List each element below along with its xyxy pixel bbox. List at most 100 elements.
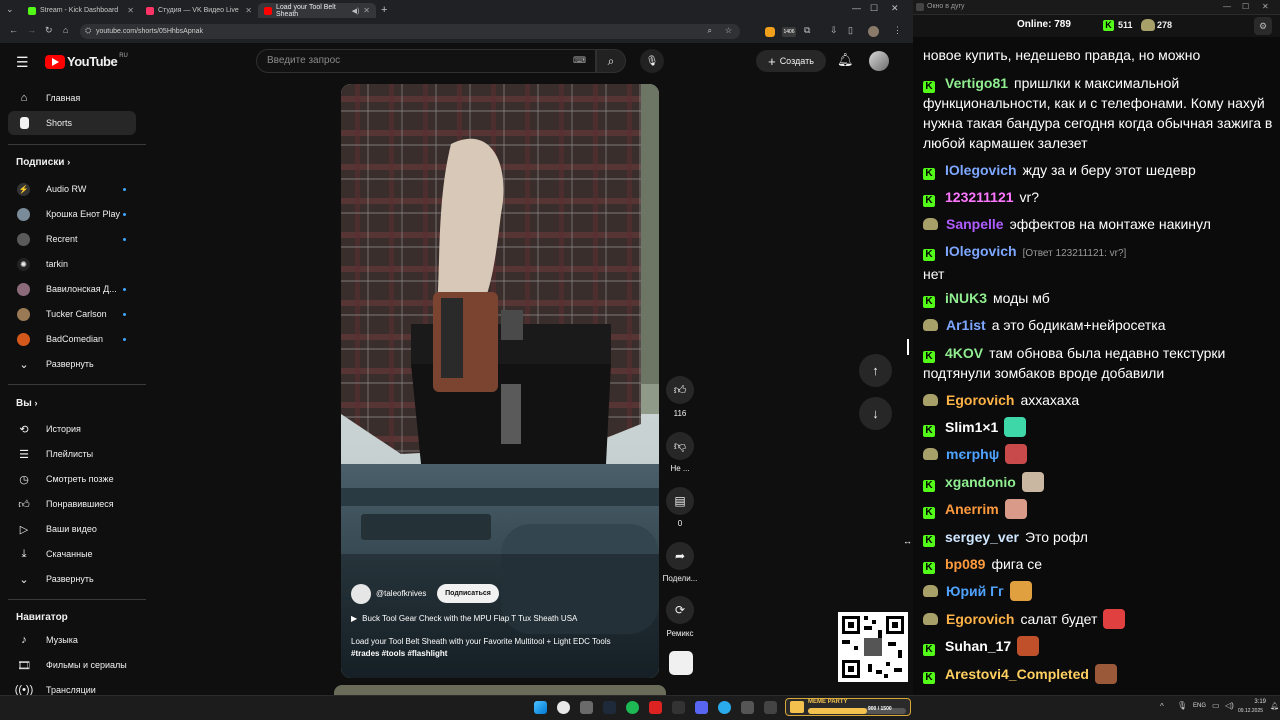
- chat-username[interactable]: IOlegovich: [945, 162, 1017, 178]
- chat-username[interactable]: Vertigo81: [945, 75, 1008, 91]
- extension-badge-icon[interactable]: 1406: [782, 27, 796, 37]
- app-icon[interactable]: [741, 701, 754, 714]
- close-icon[interactable]: ✕: [245, 6, 252, 15]
- shorts-video-player[interactable]: @taleofknives Подписаться ▶ Buck Tool Ge…: [341, 84, 659, 678]
- chat-username[interactable]: Юрий Гг: [946, 583, 1004, 599]
- search-input[interactable]: Введите запрос ⌨: [256, 49, 596, 73]
- sidebar-item-history[interactable]: ⟲ История: [8, 417, 136, 441]
- sidebar-item-subscription[interactable]: ⚡ Audio RW: [8, 177, 136, 201]
- maximize-icon[interactable]: ☐: [870, 3, 878, 14]
- network-icon[interactable]: ▭: [1212, 701, 1220, 710]
- notification-bell-icon[interactable]: 🔔︎: [1270, 702, 1279, 710]
- comments-button[interactable]: ▤: [666, 487, 694, 515]
- profile-avatar[interactable]: [868, 26, 879, 37]
- subscribe-button[interactable]: Подписаться: [437, 584, 499, 603]
- sidebar-item-films[interactable]: 🎞︎ Фильмы и сериалы: [8, 653, 136, 677]
- chat-username[interactable]: mєrphψ: [946, 446, 999, 462]
- sidebar-item-watch-later[interactable]: ◷ Смотреть позже: [8, 467, 136, 491]
- sidebar-item-subscription[interactable]: Крошка Енот Play: [8, 202, 136, 226]
- obs-icon[interactable]: [672, 701, 685, 714]
- minimize-icon[interactable]: —: [1223, 2, 1231, 11]
- site-info-icon[interactable]: ⛭: [85, 26, 91, 36]
- sidebar-item-liked[interactable]: 👍︎ Понравившиеся: [8, 492, 136, 516]
- share-button[interactable]: ➦: [666, 542, 694, 570]
- minimize-icon[interactable]: —: [852, 3, 861, 13]
- sidebar-item-subscription[interactable]: Recrent: [8, 227, 136, 251]
- tray-chevron-icon[interactable]: ^: [1160, 702, 1164, 711]
- account-avatar[interactable]: [869, 51, 889, 71]
- previous-short-button[interactable]: ↑: [859, 354, 892, 387]
- chat-username[interactable]: Egorovich: [946, 392, 1014, 408]
- tab-search-icon[interactable]: ⌄: [6, 4, 14, 15]
- window-close-icon[interactable]: ✕: [1262, 2, 1269, 11]
- microphone-icon[interactable]: 🎙︎: [1177, 701, 1187, 710]
- close-icon[interactable]: ✕: [127, 6, 134, 15]
- hamburger-menu-icon[interactable]: ☰: [16, 54, 29, 71]
- chat-username[interactable]: Ar1ist: [946, 317, 986, 333]
- close-icon[interactable]: ✕: [363, 6, 370, 15]
- voice-search-button[interactable]: 🎙: [640, 49, 664, 73]
- chat-username[interactable]: 4KOV: [945, 345, 983, 361]
- chat-username[interactable]: bp089: [945, 556, 985, 572]
- sidebar-item-your-videos[interactable]: ▷ Ваши видео: [8, 517, 136, 541]
- next-short-preview[interactable]: [334, 685, 666, 695]
- meme-party-widget[interactable]: MEME PARTY 900 / 1500: [785, 698, 911, 716]
- sidebar-item-subscription[interactable]: BadComedian: [8, 327, 136, 351]
- spotify-icon[interactable]: [626, 701, 639, 714]
- you-heading[interactable]: Вы ›: [16, 398, 38, 409]
- bookmark-star-icon[interactable]: ☆: [725, 26, 732, 35]
- window-close-icon[interactable]: ✕: [891, 3, 899, 14]
- subscriptions-heading[interactable]: Подписки ›: [16, 157, 70, 168]
- chat-username[interactable]: Sanpelle: [946, 216, 1004, 232]
- sidepanel-icon[interactable]: ▯: [848, 25, 853, 36]
- like-button[interactable]: 👍︎: [666, 376, 694, 404]
- downloads-icon[interactable]: ⇩: [830, 25, 838, 36]
- sound-thumbnail[interactable]: [669, 651, 693, 675]
- steam-icon[interactable]: [603, 701, 616, 714]
- app-icon[interactable]: [580, 701, 593, 714]
- sidebar-item-home[interactable]: ⌂ Главная: [8, 86, 136, 110]
- address-bar[interactable]: ⛭ youtube.com/shorts/05HhbsApnak ⌕ ☆: [80, 24, 740, 39]
- back-icon[interactable]: ←: [9, 25, 18, 35]
- notifications-bell-icon[interactable]: 🔔︎: [837, 52, 854, 68]
- sidebar-item-expand[interactable]: ⌄ Развернуть: [8, 352, 136, 376]
- app-icon[interactable]: [764, 701, 777, 714]
- extension-icon[interactable]: [765, 27, 775, 37]
- new-tab-icon[interactable]: +: [381, 4, 387, 16]
- chat-username[interactable]: Egorovich: [946, 611, 1014, 627]
- dislike-button[interactable]: 👎︎: [666, 432, 694, 460]
- chat-username[interactable]: Anerrim: [945, 501, 999, 517]
- home-icon[interactable]: ⌂: [63, 25, 68, 35]
- remix-button[interactable]: ⟳: [666, 596, 694, 624]
- search-button[interactable]: ⌕: [596, 49, 626, 73]
- telegram-icon[interactable]: [718, 701, 731, 714]
- channel-name[interactable]: @taleofknives: [376, 589, 426, 598]
- chat-username[interactable]: xgandonio: [945, 474, 1016, 490]
- youtube-logo[interactable]: YouTube RU: [45, 53, 128, 69]
- chrome-icon[interactable]: [557, 701, 570, 714]
- tab-youtube-short[interactable]: Load your Tool Belt Sheath ◀) ✕: [258, 3, 376, 18]
- splitter-handle[interactable]: [907, 339, 909, 355]
- maximize-icon[interactable]: ☐: [1242, 2, 1249, 11]
- chat-username[interactable]: Arestovi4_Completed: [945, 666, 1089, 682]
- chat-username[interactable]: 123211121: [945, 189, 1014, 205]
- volume-icon[interactable]: ◁): [1225, 701, 1234, 710]
- sidebar-item-subscription[interactable]: ✺ tarkin: [8, 252, 136, 276]
- sidebar-item-expand[interactable]: ⌄ Развернуть: [8, 567, 136, 591]
- extensions-icon[interactable]: ⧉: [804, 25, 810, 36]
- sidebar-item-music[interactable]: ♪ Музыка: [8, 628, 136, 652]
- product-link[interactable]: ▶ Buck Tool Gear Check with the MPU Flap…: [351, 614, 577, 623]
- sidebar-item-shorts[interactable]: Shorts: [8, 111, 136, 135]
- tab-vk-studio[interactable]: Студия — VK Видео Live ✕: [140, 3, 258, 18]
- forward-icon[interactable]: →: [27, 25, 36, 35]
- settings-gear-icon[interactable]: ⚙: [1254, 17, 1272, 35]
- menu-dots-icon[interactable]: ⋮: [893, 25, 902, 36]
- windows-start-icon[interactable]: [534, 701, 547, 714]
- keyboard-icon[interactable]: ⌨: [573, 55, 586, 66]
- clock-time[interactable]: 3:19: [1244, 699, 1266, 705]
- sidebar-item-playlists[interactable]: ☰ Плейлисты: [8, 442, 136, 466]
- clock-date[interactable]: 09.12.2025: [1238, 708, 1263, 714]
- language-indicator[interactable]: ENG: [1193, 703, 1206, 709]
- next-short-button[interactable]: ↓: [859, 397, 892, 430]
- tab-kick-dashboard[interactable]: Stream - Kick Dashboard ✕: [22, 3, 140, 18]
